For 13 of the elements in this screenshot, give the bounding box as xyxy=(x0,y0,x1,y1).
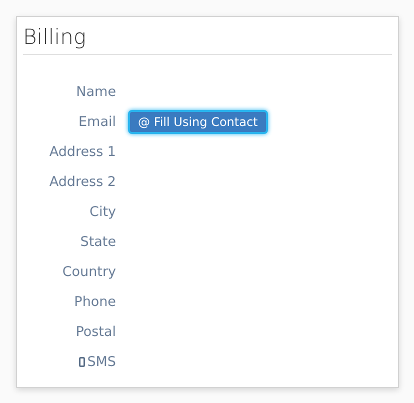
field-label: Address 2 xyxy=(49,172,116,192)
field-label: Name xyxy=(76,82,116,102)
field-label: Email xyxy=(78,112,116,132)
field-label: State xyxy=(80,232,116,252)
field-label: Phone xyxy=(74,292,116,312)
field-label: City xyxy=(90,202,116,222)
field-label: Address 1 xyxy=(49,142,116,162)
field-label: Country xyxy=(62,262,116,282)
section-title: Billing xyxy=(23,25,86,49)
fill-using-contact-button[interactable]: @ Fill Using Contact xyxy=(128,110,268,134)
field-label: Postal xyxy=(76,322,116,342)
field-label: SMS xyxy=(87,352,116,372)
mobile-phone-icon xyxy=(79,357,86,367)
